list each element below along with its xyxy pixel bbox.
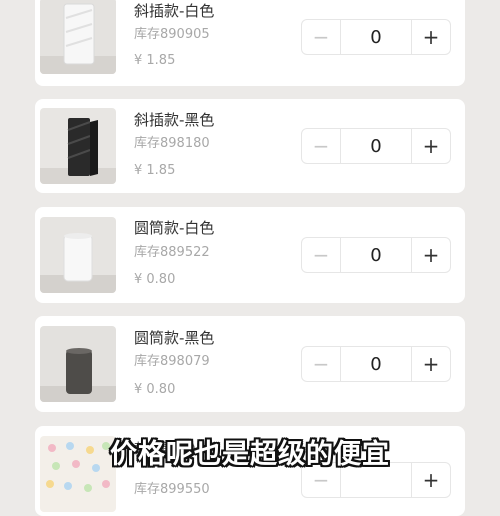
white-cylinder-holder-image [40, 217, 116, 293]
product-card[interactable]: 圆筒款-黑色 库存898079 ¥ 0.80 − 0 + [35, 316, 465, 412]
quantity-stepper: − 0 + [301, 237, 451, 273]
product-stock: 库存889522 [134, 245, 210, 260]
product-thumbnail[interactable] [40, 0, 116, 74]
product-thumbnail[interactable] [40, 326, 116, 402]
white-slanted-organizer-image [40, 0, 116, 74]
product-stock: 库存890905 [134, 27, 210, 42]
product-name: 斜插款-黑色 [134, 111, 215, 129]
decrement-button[interactable]: − [302, 238, 341, 272]
product-name: 圆筒款-黑色 [134, 329, 215, 347]
decrement-button[interactable]: − [302, 347, 341, 381]
quantity-value[interactable]: 0 [341, 129, 411, 163]
product-stock: 库存898180 [134, 136, 210, 151]
quantity-value[interactable]: 0 [341, 20, 411, 54]
product-price: ¥ 1.85 [134, 53, 176, 68]
product-name: 圆筒款-白色 [134, 219, 215, 237]
increment-button[interactable]: + [411, 347, 450, 381]
product-price: ¥ 0.80 [134, 382, 176, 397]
product-thumbnail[interactable] [40, 217, 116, 293]
product-thumbnail[interactable] [40, 108, 116, 184]
product-stock: 库存898079 [134, 354, 210, 369]
increment-button[interactable]: + [411, 238, 450, 272]
quantity-stepper: − 0 + [301, 128, 451, 164]
product-card[interactable]: 斜插款-黑色 库存898180 ¥ 1.85 − 0 + [35, 99, 465, 193]
product-price: ¥ 0.80 [134, 272, 176, 287]
product-name: 斜插款-白色 [134, 2, 215, 20]
product-card[interactable]: 斜插款-白色 库存890905 ¥ 1.85 − 0 + [35, 0, 465, 86]
decrement-button[interactable]: − [302, 129, 341, 163]
product-price: ¥ 1.85 [134, 163, 176, 178]
video-subtitle-caption: 价格呢也是超级的便宜 [110, 439, 390, 470]
increment-button[interactable]: + [411, 129, 450, 163]
black-slanted-organizer-image [40, 108, 116, 184]
quantity-value[interactable]: 0 [341, 238, 411, 272]
decrement-button[interactable]: − [302, 20, 341, 54]
black-cylinder-holder-image [40, 326, 116, 402]
quantity-stepper: − 0 + [301, 19, 451, 55]
increment-button[interactable]: + [411, 20, 450, 54]
product-card[interactable]: 圆筒款-白色 库存889522 ¥ 0.80 − 0 + [35, 207, 465, 303]
quantity-value[interactable]: 0 [341, 347, 411, 381]
quantity-stepper: − 0 + [301, 346, 451, 382]
product-stock: 库存899550 [134, 482, 210, 497]
